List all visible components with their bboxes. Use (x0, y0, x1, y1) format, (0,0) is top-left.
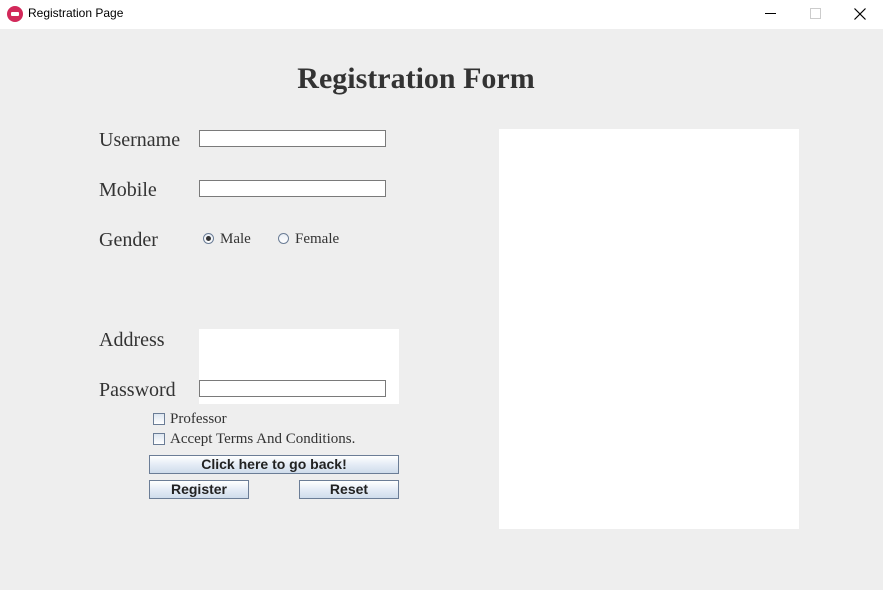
title-bar: Registration Page (0, 0, 883, 29)
terms-checkbox[interactable] (153, 433, 165, 445)
app-icon (7, 6, 23, 22)
password-input[interactable] (199, 380, 386, 397)
address-label: Address (99, 329, 165, 351)
username-label: Username (99, 129, 181, 151)
mobile-input[interactable] (199, 180, 386, 197)
maximize-button[interactable] (792, 0, 838, 29)
form-title: Registration Form (297, 62, 535, 95)
close-button[interactable] (837, 0, 883, 29)
minimize-button[interactable] (747, 0, 793, 29)
male-radio-label[interactable]: Male (220, 231, 251, 248)
professor-checkbox[interactable] (153, 413, 165, 425)
registration-window: Registration Page Registration Form User… (0, 0, 883, 590)
window-title: Registration Page (28, 6, 124, 20)
professor-checkbox-label[interactable]: Professor (170, 411, 227, 428)
female-radio-label[interactable]: Female (295, 231, 339, 248)
output-panel (499, 129, 799, 529)
terms-checkbox-label[interactable]: Accept Terms And Conditions. (170, 431, 355, 448)
male-radio[interactable] (203, 233, 214, 244)
password-label: Password (99, 379, 176, 401)
gender-label: Gender (99, 229, 158, 251)
go-back-button[interactable]: Click here to go back! (149, 455, 399, 474)
mobile-label: Mobile (99, 179, 157, 201)
reset-button[interactable]: Reset (299, 480, 399, 499)
close-icon (854, 8, 866, 20)
register-button[interactable]: Register (149, 480, 249, 499)
username-input[interactable] (199, 130, 386, 147)
female-radio[interactable] (278, 233, 289, 244)
